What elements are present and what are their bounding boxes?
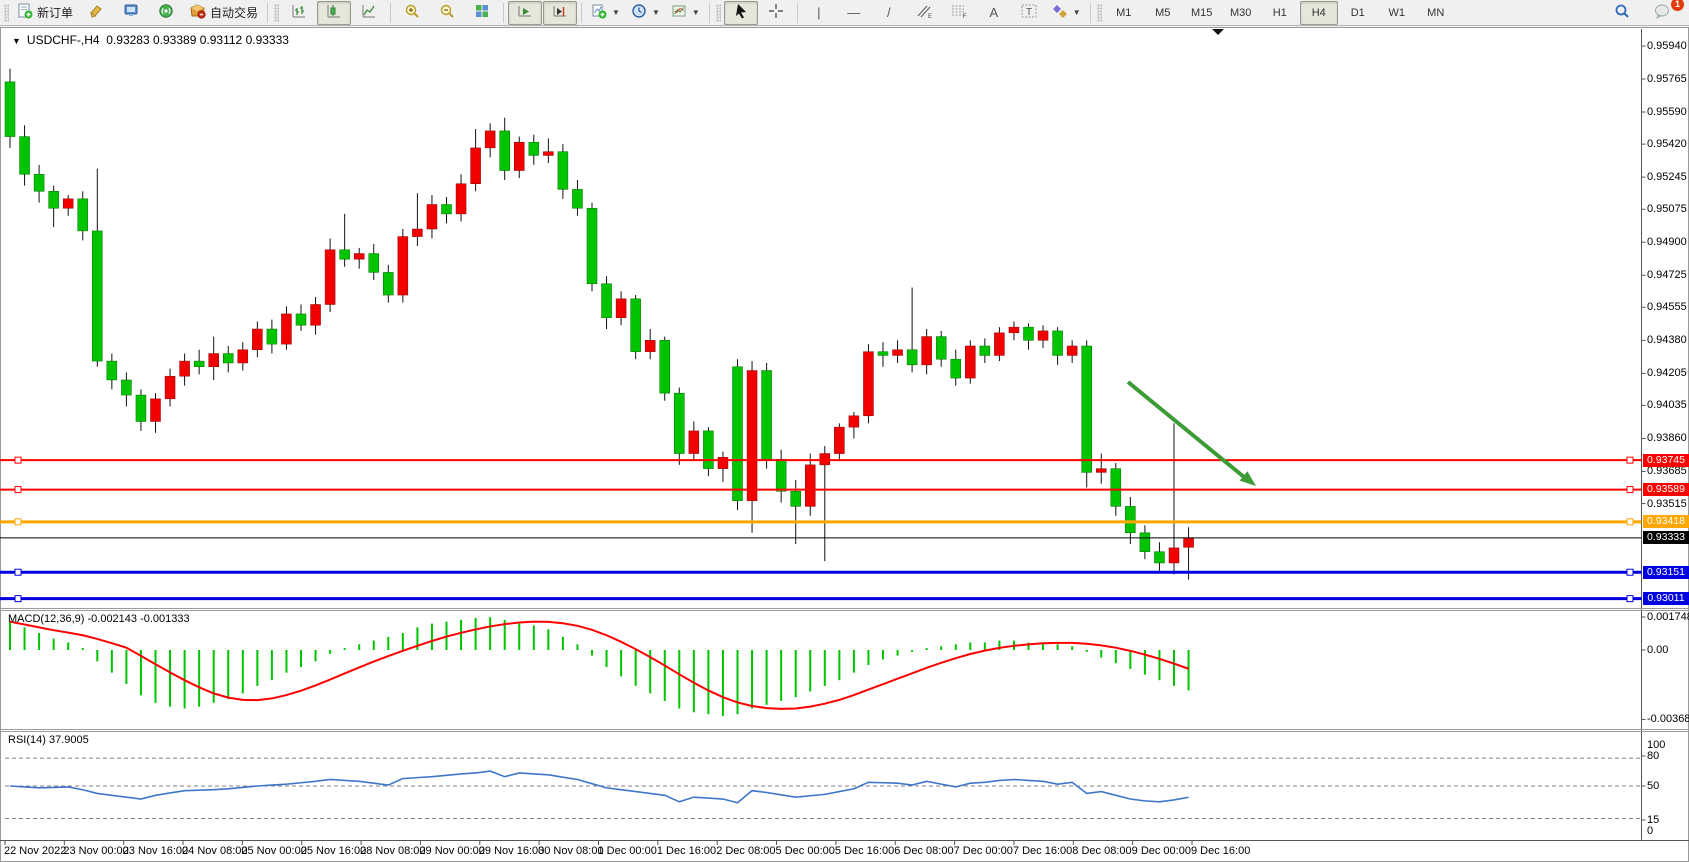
zoom-out-icon xyxy=(439,3,455,22)
timeframe-d1-button[interactable]: D1 xyxy=(1339,1,1377,25)
fibonacci-icon: F xyxy=(950,3,968,22)
paint-icon xyxy=(88,3,104,22)
chart-shift-button[interactable] xyxy=(543,1,577,25)
timeframe-m5-button[interactable]: M5 xyxy=(1144,1,1182,25)
new-order-icon xyxy=(17,3,33,22)
timeframe-m15-button[interactable]: M15 xyxy=(1183,1,1221,25)
tile-windows-icon xyxy=(474,3,490,22)
auto-scroll-button[interactable] xyxy=(508,1,542,25)
arrows-icon xyxy=(1052,3,1068,22)
templates-button[interactable]: ▼ xyxy=(666,1,705,25)
trendline-icon: / xyxy=(887,5,891,20)
zoom-in-icon xyxy=(404,3,420,22)
chart-shift-marker xyxy=(1212,29,1224,35)
timeframe-h1-button[interactable]: H1 xyxy=(1261,1,1299,25)
channel-icon: E xyxy=(915,3,933,22)
styler-button[interactable] xyxy=(79,1,113,25)
horizontal-line-tool-button[interactable]: — xyxy=(837,1,871,25)
signals-button[interactable] xyxy=(149,1,183,25)
crosshair-tool-button[interactable] xyxy=(759,1,793,25)
toolbar-grip xyxy=(4,4,9,22)
vertical-line-tool-button[interactable]: | xyxy=(802,1,836,25)
auto-trading-button[interactable]: 自动交易 xyxy=(184,1,263,25)
svg-text:T: T xyxy=(1026,7,1032,18)
cursor-icon xyxy=(734,3,748,22)
indicators-button[interactable]: ▼ xyxy=(586,1,625,25)
notifications-button[interactable]: 1 xyxy=(1645,1,1679,25)
monitor-icon xyxy=(123,3,139,22)
arrows-caret: ▼ xyxy=(1073,8,1081,17)
auto-scroll-icon xyxy=(517,3,533,22)
text-label-tool-button[interactable]: T xyxy=(1012,1,1046,25)
timeframe-h4-button[interactable]: H4 xyxy=(1300,1,1338,25)
new-order-label: 新订单 xyxy=(37,4,73,21)
arrows-tool-button[interactable]: ▼ xyxy=(1047,1,1086,25)
signal-icon xyxy=(158,3,174,22)
template-icon xyxy=(671,3,687,22)
timeframe-m30-button[interactable]: M30 xyxy=(1222,1,1260,25)
line-chart-type-button[interactable] xyxy=(352,1,386,25)
line-chart-icon xyxy=(361,3,377,22)
svg-text:F: F xyxy=(963,14,967,19)
bar-chart-icon xyxy=(291,3,307,22)
chart-shift-icon xyxy=(552,3,568,22)
toolbar: 新订单 自动交易 xyxy=(0,0,1689,26)
templates-caret: ▼ xyxy=(692,8,700,17)
new-order-button[interactable]: 新订单 xyxy=(12,1,78,25)
chat-bubble-icon xyxy=(1654,3,1671,22)
chart-canvas[interactable] xyxy=(0,0,1689,862)
market-watch-button[interactable] xyxy=(114,1,148,25)
auto-trading-icon xyxy=(189,3,206,22)
svg-text:E: E xyxy=(928,14,932,19)
timeframe-m1-button[interactable]: M1 xyxy=(1105,1,1143,25)
search-icon xyxy=(1614,3,1630,22)
auto-trading-label: 自动交易 xyxy=(210,4,258,21)
search-button[interactable] xyxy=(1605,1,1639,25)
trendline-tool-button[interactable]: / xyxy=(872,1,906,25)
zoom-out-button[interactable] xyxy=(430,1,464,25)
fibonacci-tool-button[interactable]: F xyxy=(942,1,976,25)
text-icon: A xyxy=(989,5,998,20)
channel-tool-button[interactable]: E xyxy=(907,1,941,25)
zoom-in-button[interactable] xyxy=(395,1,429,25)
candlestick-chart-type-button[interactable] xyxy=(317,1,351,25)
indicators-icon xyxy=(591,3,607,22)
vertical-line-icon: | xyxy=(817,5,820,20)
text-label-icon: T xyxy=(1020,3,1038,22)
timeframe-mn-button[interactable]: MN xyxy=(1417,1,1455,25)
timeframe-w1-button[interactable]: W1 xyxy=(1378,1,1416,25)
clock-icon xyxy=(631,3,647,22)
candlestick-icon xyxy=(326,3,342,22)
cursor-tool-button[interactable] xyxy=(724,1,758,25)
horizontal-line-icon: — xyxy=(847,5,860,20)
bar-chart-type-button[interactable] xyxy=(282,1,316,25)
periods-caret: ▼ xyxy=(652,8,660,17)
crosshair-icon xyxy=(768,3,784,22)
indicators-caret: ▼ xyxy=(612,8,620,17)
tile-windows-button[interactable] xyxy=(465,1,499,25)
periods-button[interactable]: ▼ xyxy=(626,1,665,25)
notification-badge: 1 xyxy=(1671,0,1684,11)
text-tool-button[interactable]: A xyxy=(977,1,1011,25)
